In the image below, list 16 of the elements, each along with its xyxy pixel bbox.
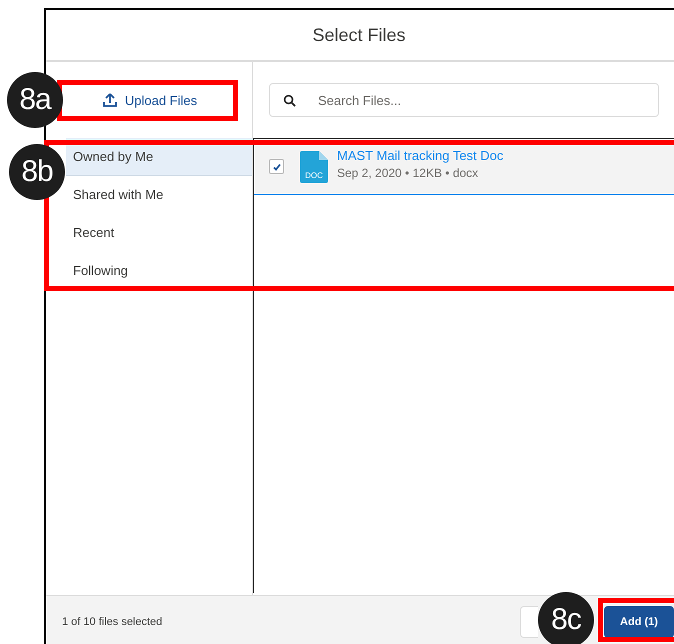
- search-icon: [283, 94, 296, 107]
- search-field[interactable]: Search Files...: [269, 83, 659, 117]
- checkbox[interactable]: [269, 159, 284, 174]
- upload-icon: [102, 93, 117, 107]
- sidebar-item[interactable]: Shared with Me: [66, 176, 252, 214]
- step-badge: 8b: [9, 144, 65, 200]
- sidebar-item[interactable]: Recent: [66, 214, 252, 252]
- selection-status: 1 of 10 files selected: [62, 616, 162, 628]
- step-badge: 8a: [7, 72, 63, 128]
- file-row[interactable]: DOC MAST Mail tracking Test Doc Sep 2, 2020 • 12KB • docx: [254, 139, 674, 195]
- check-icon: [272, 162, 282, 172]
- dialog-title: Select Files: [312, 24, 406, 46]
- file-details: Sep 2, 2020 • 12KB • docx: [337, 166, 480, 180]
- sidebar-item[interactable]: Following: [66, 252, 252, 290]
- add-button[interactable]: Add (1): [604, 606, 674, 638]
- document-icon: DOC: [300, 150, 328, 182]
